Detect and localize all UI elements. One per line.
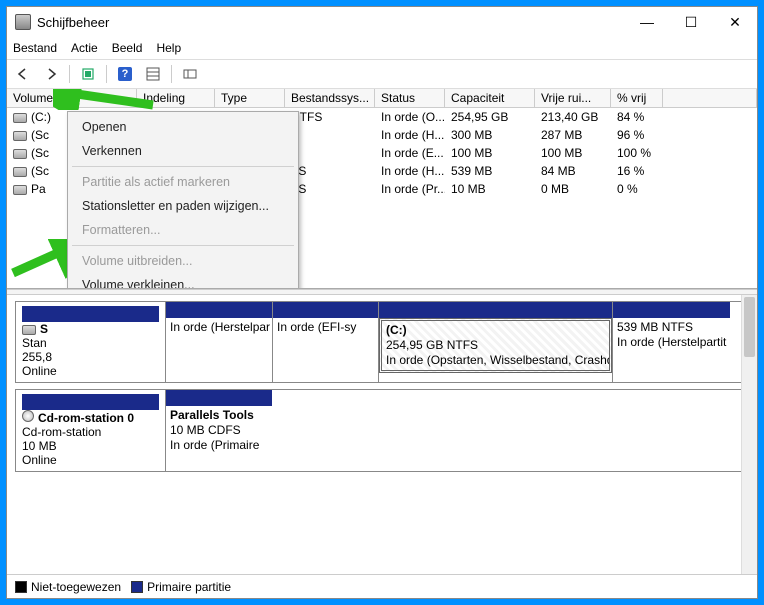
menu-item[interactable]: Volume verkleinen... bbox=[68, 273, 298, 289]
maximize-button[interactable]: ☐ bbox=[669, 7, 713, 37]
separator bbox=[69, 65, 70, 83]
legend-unallocated: Niet-toegewezen bbox=[15, 580, 121, 594]
menu-separator bbox=[72, 245, 294, 246]
disk-row: SStan255,8OnlineIn orde (HerstelparIn or… bbox=[15, 301, 749, 383]
disk-icon bbox=[22, 325, 36, 335]
menu-separator bbox=[72, 166, 294, 167]
window-title: Schijfbeheer bbox=[37, 15, 625, 30]
col-type[interactable]: Type bbox=[215, 89, 285, 107]
col-status[interactable]: Status bbox=[375, 89, 445, 107]
back-button[interactable] bbox=[11, 63, 35, 85]
col-layout[interactable]: Indeling bbox=[137, 89, 215, 107]
scrollbar[interactable] bbox=[741, 295, 757, 574]
menu-item: Formatteren... bbox=[68, 218, 298, 242]
legend: Niet-toegewezen Primaire partitie bbox=[7, 574, 757, 598]
menu-item: Volume uitbreiden... bbox=[68, 249, 298, 273]
disk-row: Cd-rom-station 0Cd-rom-station10 MBOnlin… bbox=[15, 389, 749, 472]
drive-icon bbox=[13, 167, 27, 177]
column-headers: VolumeIndelingTypeBestandssys...StatusCa… bbox=[7, 89, 757, 108]
col-free[interactable]: Vrije rui... bbox=[535, 89, 611, 107]
app-icon bbox=[15, 14, 31, 30]
menu-action[interactable]: Actie bbox=[71, 41, 98, 55]
help-button[interactable]: ? bbox=[113, 63, 137, 85]
partition[interactable]: (C:)254,95 GB NTFSIn orde (Opstarten, Wi… bbox=[378, 302, 612, 382]
toolbar: ? bbox=[7, 59, 757, 89]
disk-layout-pane: SStan255,8OnlineIn orde (HerstelparIn or… bbox=[7, 295, 757, 574]
disk-label[interactable]: Cd-rom-station 0Cd-rom-station10 MBOnlin… bbox=[16, 390, 166, 471]
context-menu: OpenenVerkennen Partitie als actief marke… bbox=[67, 111, 299, 289]
drive-icon bbox=[13, 149, 27, 159]
close-button[interactable]: ✕ bbox=[713, 7, 757, 37]
separator bbox=[106, 65, 107, 83]
col-pct[interactable]: % vrij bbox=[611, 89, 663, 107]
col-cap[interactable]: Capaciteit bbox=[445, 89, 535, 107]
menu-file[interactable]: Bestand bbox=[13, 41, 57, 55]
partition[interactable]: In orde (Herstelpar bbox=[166, 302, 272, 382]
menu-item[interactable]: Openen bbox=[68, 115, 298, 139]
forward-button[interactable] bbox=[39, 63, 63, 85]
separator bbox=[171, 65, 172, 83]
grid-view-button[interactable] bbox=[141, 63, 165, 85]
drive-icon bbox=[13, 185, 27, 195]
scrollbar-thumb[interactable] bbox=[744, 297, 755, 357]
drive-icon bbox=[13, 131, 27, 141]
partition[interactable]: In orde (EFI-sy bbox=[272, 302, 378, 382]
swatch-blue bbox=[131, 581, 143, 593]
cdrom-icon bbox=[22, 410, 34, 422]
menubar: Bestand Actie Beeld Help bbox=[7, 37, 757, 59]
disk-label[interactable]: SStan255,8Online bbox=[16, 302, 166, 382]
window-buttons: — ☐ ✕ bbox=[625, 7, 757, 37]
menu-help[interactable]: Help bbox=[156, 41, 181, 55]
swatch-black bbox=[15, 581, 27, 593]
menu-item: Partitie als actief markeren bbox=[68, 170, 298, 194]
drive-icon bbox=[13, 113, 27, 123]
volume-list-pane: VolumeIndelingTypeBestandssys...StatusCa… bbox=[7, 89, 757, 289]
minimize-button[interactable]: — bbox=[625, 7, 669, 37]
col-volume[interactable]: Volume bbox=[7, 89, 137, 107]
menu-view[interactable]: Beeld bbox=[112, 41, 143, 55]
refresh-button[interactable] bbox=[76, 63, 100, 85]
menu-item[interactable]: Stationsletter en paden wijzigen... bbox=[68, 194, 298, 218]
partition[interactable]: Parallels Tools10 MB CDFSIn orde (Primai… bbox=[166, 390, 272, 471]
list-view-button[interactable] bbox=[178, 63, 202, 85]
legend-primary: Primaire partitie bbox=[131, 580, 231, 594]
partition[interactable]: 539 MB NTFSIn orde (Herstelpartit bbox=[612, 302, 730, 382]
app-window: Schijfbeheer — ☐ ✕ Bestand Actie Beeld H… bbox=[6, 6, 758, 599]
menu-item[interactable]: Verkennen bbox=[68, 139, 298, 163]
col-fs[interactable]: Bestandssys... bbox=[285, 89, 375, 107]
titlebar: Schijfbeheer — ☐ ✕ bbox=[7, 7, 757, 37]
